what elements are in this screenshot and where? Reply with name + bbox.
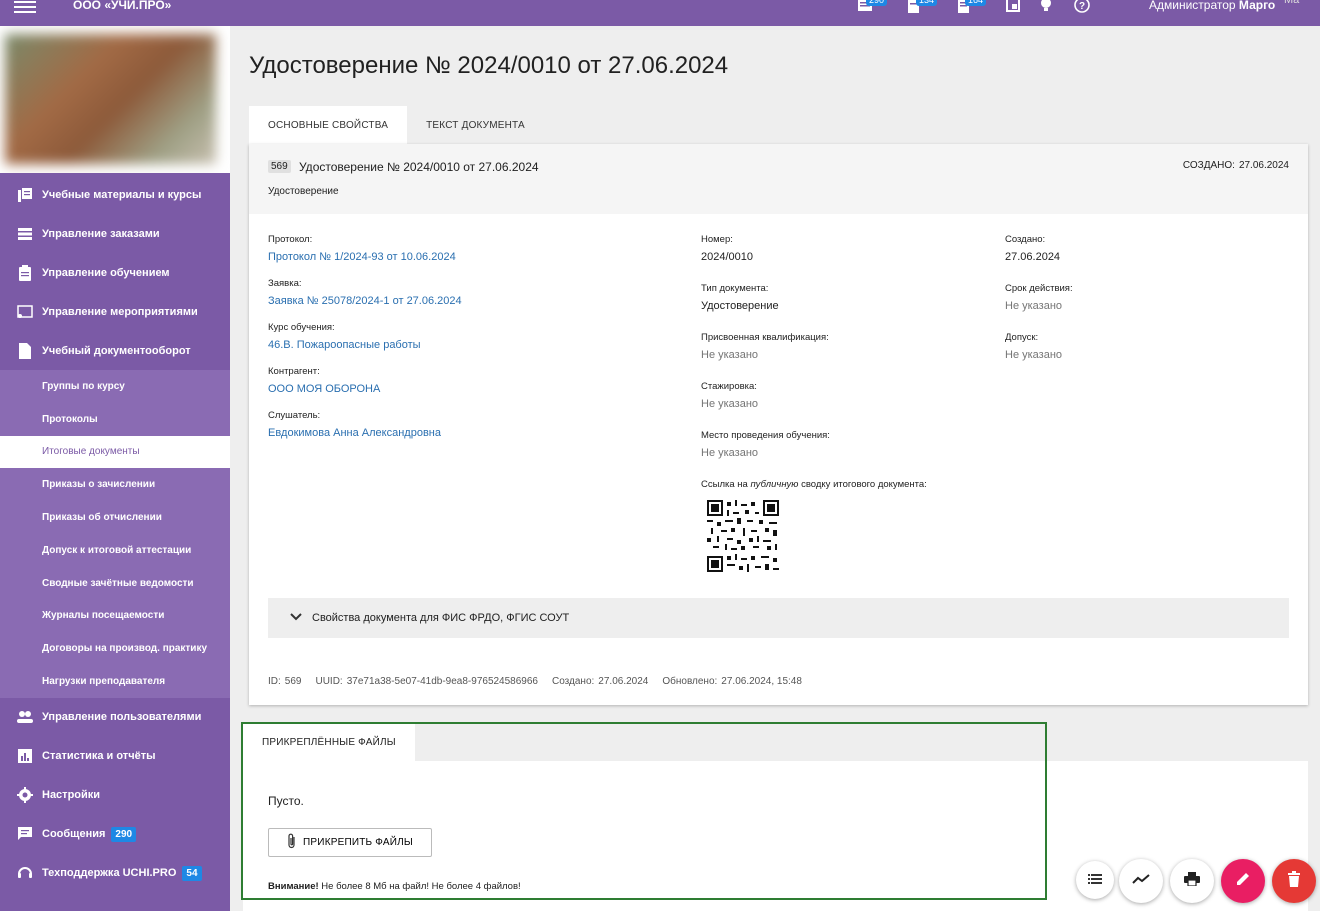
chevron-down-icon: [290, 612, 302, 624]
tab-main-properties[interactable]: ОСНОВНЫЕ СВОЙСТВА: [249, 106, 408, 144]
field-admission: Допуск: Не указано: [1005, 332, 1063, 361]
sidebar-subitem-final-documents[interactable]: Итоговые документы: [0, 435, 230, 469]
edit-button[interactable]: [1221, 859, 1265, 903]
field-created: Создано: 27.06.2024: [1005, 234, 1061, 263]
qr-code[interactable]: [707, 500, 779, 572]
cast-icon: [16, 303, 34, 321]
contractor-link[interactable]: ООО МОЯ ОБОРОНА: [268, 383, 380, 395]
field-validity: Срок действия: Не указано: [1005, 283, 1073, 312]
sidebar-subitem-enrollment-orders[interactable]: Приказы о зачислении: [0, 468, 230, 501]
field-course: Курс обучения: 46.В. Пожароопасные работ…: [268, 322, 421, 351]
sidebar-item-materials[interactable]: Учебные материалы и курсы: [0, 175, 230, 214]
attachments-warning: Внимание! Не более 8 Мб на файл! Не боле…: [268, 881, 521, 892]
support-count-badge: 54: [182, 865, 202, 881]
sidebar-item-support[interactable]: Техподдержка UCHI.PRO 54: [0, 854, 230, 893]
stats-button[interactable]: [1119, 859, 1163, 903]
sidebar-subitem-practice-contracts[interactable]: Договоры на производ. практику: [0, 632, 230, 665]
support-icon: [16, 864, 34, 882]
card-header: 569 Удостоверение № 2024/0010 от 27.06.2…: [249, 144, 1308, 214]
field-qr-label: Ссылка на публичную сводку итогового док…: [701, 479, 927, 490]
messages-count-badge: 290: [111, 826, 137, 842]
orders-badge: 164: [965, 0, 987, 6]
sidebar-item-training[interactable]: Управление обучением: [0, 253, 230, 292]
sidebar-item-events[interactable]: Управление мероприятиями: [0, 292, 230, 331]
trending-icon: [1132, 872, 1150, 890]
help-icon[interactable]: ?: [1072, 0, 1092, 14]
messages-badge: 290: [866, 0, 888, 6]
field-internship: Стажировка: Не указано: [701, 381, 759, 410]
document-id-chip: 569: [268, 160, 291, 173]
main-content: Удостоверение № 2024/0010 от 27.06.2024 …: [230, 26, 1320, 911]
top-bar: ООО «УЧИ.ПРО» 290 134 164 ? Администрато…: [0, 0, 1320, 26]
document-card: 569 Удостоверение № 2024/0010 от 27.06.2…: [249, 144, 1308, 705]
sidebar-subitem-teacher-load[interactable]: Нагрузки преподавателя: [0, 665, 230, 698]
course-link[interactable]: 46.В. Пожароопасные работы: [268, 339, 421, 351]
org-name[interactable]: ООО «УЧИ.ПРО»: [73, 0, 171, 12]
field-training-place: Место проведения обучения: Не указано: [701, 430, 830, 459]
menu-icon[interactable]: [14, 1, 36, 13]
sidebar: Учебные материалы и курсы Управление зак…: [0, 26, 230, 911]
sidebar-item-users[interactable]: Управление пользователями: [0, 698, 230, 737]
documents-badge: 134: [916, 0, 938, 6]
book-icon: [16, 186, 34, 204]
sidebar-subitem-expulsion-orders[interactable]: Приказы об отчислении: [0, 501, 230, 534]
sidebar-nav: Учебные материалы и курсы Управление зак…: [0, 175, 230, 893]
sidebar-item-stats[interactable]: Статистика и отчёты: [0, 737, 230, 776]
sidebar-subitem-groups[interactable]: Группы по курсу: [0, 370, 230, 403]
sidebar-item-settings[interactable]: Настройки: [0, 776, 230, 815]
field-student: Слушатель: Евдокимова Анна Александровна: [268, 410, 441, 439]
student-link[interactable]: Евдокимова Анна Александровна: [268, 427, 441, 439]
people-icon: [16, 708, 34, 726]
tab-attached-files[interactable]: ПРИКРЕПЛЁННЫЕ ФАЙЛЫ: [243, 723, 415, 761]
svg-text:?: ?: [1079, 1, 1085, 12]
card-subtitle: Удостоверение: [268, 186, 339, 197]
user-avatar[interactable]: Ma: [1284, 0, 1299, 6]
sidebar-item-messages[interactable]: Сообщения 290: [0, 815, 230, 854]
field-number: Номер: 2024/0010: [701, 234, 753, 263]
document-icon: [16, 342, 34, 360]
sidebar-subitem-summary-sheets[interactable]: Сводные зачётные ведомости: [0, 567, 230, 600]
profile-photo: [0, 26, 230, 173]
document-tabs: ОСНОВНЫЕ СВОЙСТВА ТЕКСТ ДОКУМЕНТА: [249, 106, 544, 144]
tab-document-text[interactable]: ТЕКСТ ДОКУМЕНТА: [407, 106, 544, 144]
list-icon: [1088, 871, 1102, 889]
lightbulb-icon[interactable]: [1037, 0, 1057, 14]
sidebar-subitem-attendance[interactable]: Журналы посещаемости: [0, 600, 230, 633]
request-link[interactable]: Заявка № 25078/2024-1 от 27.06.2024: [268, 295, 462, 307]
list-view-button[interactable]: [1076, 861, 1114, 899]
sidebar-subitem-admission[interactable]: Допуск к итоговой аттестации: [0, 534, 230, 567]
attach-files-button[interactable]: ПРИКРЕПИТЬ ФАЙЛЫ: [268, 828, 432, 857]
message-icon: [16, 825, 34, 843]
user-name[interactable]: Администратор Марго: [1149, 0, 1275, 12]
field-contractor: Контрагент: ООО МОЯ ОБОРОНА: [268, 366, 381, 395]
sidebar-subitem-protocols[interactable]: Протоколы: [0, 403, 230, 436]
card-title: Удостоверение № 2024/0010 от 27.06.2024: [299, 160, 539, 174]
list-icon: [16, 225, 34, 243]
pencil-icon: [1235, 871, 1251, 892]
gear-icon: [16, 786, 34, 804]
trash-icon: [1287, 870, 1301, 892]
window-icon[interactable]: [1003, 0, 1023, 14]
document-meta: ID: 569 UUID: 37e71a38-5e07-41db-9ea8-9765…: [268, 676, 802, 687]
clipboard-icon: [16, 264, 34, 282]
field-qualification: Присвоенная квалификация: Не указано: [701, 332, 829, 361]
created-date: СОЗДАНО: 27.06.2024: [1182, 160, 1289, 171]
sidebar-item-orders[interactable]: Управление заказами: [0, 214, 230, 253]
docflow-submenu: Группы по курсу Протоколы Итоговые докум…: [0, 370, 230, 698]
delete-button[interactable]: [1272, 859, 1316, 903]
attachments-empty-text: Пусто.: [268, 794, 304, 808]
page-title: Удостоверение № 2024/0010 от 27.06.2024: [249, 52, 729, 79]
field-request: Заявка: Заявка № 25078/2024-1 от 27.06.2…: [268, 278, 462, 307]
attachments-tabs: ПРИКРЕПЛЁННЫЕ ФАЙЛЫ: [243, 723, 415, 761]
field-doc-type: Тип документа: Удостоверение: [701, 283, 779, 312]
print-button[interactable]: [1170, 859, 1214, 903]
sidebar-item-docflow[interactable]: Учебный документооборот: [0, 331, 230, 370]
fis-properties-expander[interactable]: Свойства документа для ФИС ФРДО, ФГИС СО…: [268, 598, 1289, 638]
chart-icon: [16, 747, 34, 765]
field-protocol: Протокол: Протокол № 1/2024-93 от 10.06.…: [268, 234, 456, 263]
print-icon: [1184, 871, 1200, 891]
protocol-link[interactable]: Протокол № 1/2024-93 от 10.06.2024: [268, 251, 456, 263]
paperclip-icon: [287, 833, 297, 852]
